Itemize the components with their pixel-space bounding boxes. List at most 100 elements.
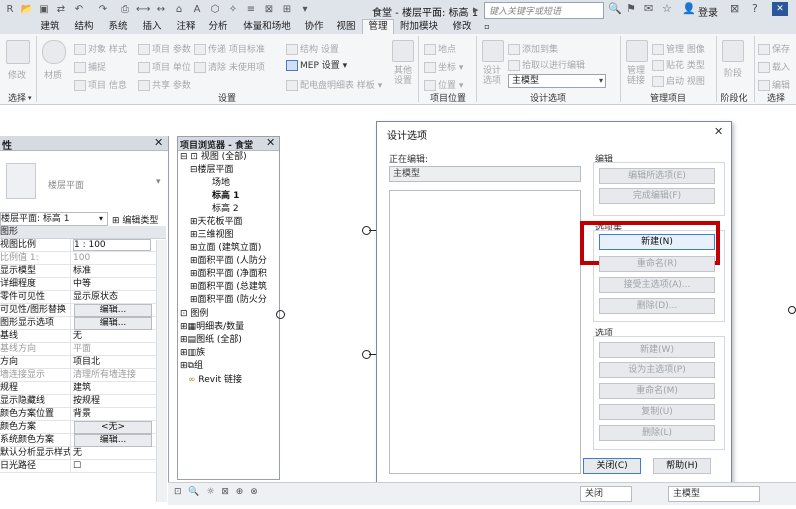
- decal-types-button[interactable]: 贴花 类型: [652, 58, 705, 71]
- phases-button[interactable]: 阶段: [724, 66, 742, 79]
- materials-button[interactable]: 材质: [44, 68, 62, 81]
- tab-annotate[interactable]: 注释: [172, 20, 200, 34]
- tree-item[interactable]: ⊡ 图例: [180, 309, 208, 320]
- expand-icon[interactable]: ⊞: [190, 230, 198, 240]
- accept-primary-button[interactable]: 接受主选项(A)...: [599, 277, 715, 293]
- tab-systems[interactable]: 系统: [104, 20, 132, 34]
- elevation-marker[interactable]: [788, 306, 796, 314]
- tree-item[interactable]: ⊞天花板平面: [190, 217, 243, 228]
- expand-icon[interactable]: ⊞: [190, 243, 198, 253]
- tree-item[interactable]: ⊞面积平面 (防火分: [190, 295, 267, 306]
- expand-icon[interactable]: ⊞: [180, 335, 188, 345]
- close-button[interactable]: 关闭(C): [583, 458, 641, 474]
- design-option-combo[interactable]: 主模型 ▾: [508, 74, 606, 88]
- vg-overrides-edit-button[interactable]: 编辑...: [74, 304, 152, 317]
- tree-item[interactable]: ⊞▥族: [180, 348, 205, 359]
- help-icon[interactable]: ?: [752, 2, 758, 15]
- rename-option-set-button[interactable]: 重命名(R): [599, 256, 715, 272]
- tab-collaborate[interactable]: 协作: [300, 20, 328, 34]
- view-control-icons[interactable]: ⊡ 🔍 ☼ ⊠ ⊕ ⊗: [174, 487, 260, 497]
- pick-to-edit-button[interactable]: 拾取以进行编辑: [508, 58, 585, 71]
- sync-icon[interactable]: ⇄: [54, 3, 68, 16]
- load-selection-button[interactable]: 载入: [758, 60, 790, 73]
- project-parameters-button[interactable]: 项目 参数: [138, 42, 191, 55]
- qat-dropdown-icon[interactable]: ▾: [298, 3, 312, 16]
- starting-view-button[interactable]: 启动 视图: [652, 74, 705, 87]
- options-tree[interactable]: [389, 190, 581, 474]
- tab-manage[interactable]: 管理: [362, 19, 394, 35]
- purge-unused-button[interactable]: 清除 未使用项: [194, 60, 265, 73]
- instance-selector[interactable]: 楼层平面: 标高 1 ▾: [0, 212, 108, 226]
- communication-icon[interactable]: ✉: [644, 2, 653, 15]
- manage-links-button[interactable]: 管理 链接: [624, 66, 648, 86]
- close-icon[interactable]: ✕: [772, 2, 788, 16]
- tab-view[interactable]: 视图: [332, 20, 360, 34]
- position-button[interactable]: 位置 ▾: [424, 78, 463, 91]
- expand-icon[interactable]: ⊞: [190, 217, 198, 227]
- modify-button[interactable]: 修改: [8, 68, 26, 81]
- measure-icon[interactable]: ⟷: [136, 3, 150, 16]
- design-option-status-combo[interactable]: 主模型: [668, 486, 760, 502]
- type-selector[interactable]: 楼层平面 ▾: [0, 151, 166, 211]
- tree-item[interactable]: ⊞立面 (建筑立面): [190, 243, 261, 254]
- edit-selected-button[interactable]: 编辑所选项(E): [599, 168, 715, 184]
- finish-editing-button[interactable]: 完成编辑(F): [599, 188, 715, 204]
- elevation-marker[interactable]: [276, 310, 285, 319]
- system-color-scheme-edit-button[interactable]: 编辑...: [74, 434, 152, 447]
- color-scheme-button[interactable]: <无>: [74, 421, 152, 434]
- switch-windows-icon[interactable]: ⊞: [280, 3, 294, 16]
- tab-insert[interactable]: 插入: [138, 20, 166, 34]
- expand-arrow-icon[interactable]: ▸: [473, 3, 479, 16]
- additional-settings-button[interactable]: 其他 设置: [392, 66, 414, 86]
- tree-item[interactable]: ∞ Revit 链接: [188, 375, 242, 386]
- design-options-button[interactable]: 设计 选项: [480, 66, 504, 86]
- login-link[interactable]: 登录: [698, 4, 718, 19]
- close-hidden-icon[interactable]: ⊠: [262, 3, 276, 16]
- edit-type-button[interactable]: ⊞ 编辑类型: [112, 213, 158, 226]
- add-to-set-button[interactable]: 添加到集: [508, 42, 558, 55]
- tree-item[interactable]: ⊟ ⊡ 视图 (全部): [180, 152, 247, 163]
- tab-modify[interactable]: 修改: [448, 20, 476, 34]
- duplicate-option-button[interactable]: 复制(U): [599, 404, 715, 420]
- chevron-down-icon[interactable]: ▾: [28, 94, 32, 102]
- snaps-button[interactable]: 捕捉: [74, 60, 106, 73]
- edit-selection-button[interactable]: 编辑: [758, 78, 790, 91]
- delete-option-button[interactable]: 删除(L): [599, 425, 715, 441]
- tab-structure[interactable]: 结构: [70, 20, 98, 34]
- tree-item[interactable]: ⊞面积平面 (总建筑: [190, 282, 267, 293]
- transfer-standards-button[interactable]: 传递 项目标准: [194, 42, 265, 55]
- close-icon[interactable]: ✕: [714, 125, 723, 138]
- active-option-combo[interactable]: 关闭: [580, 486, 632, 502]
- tab-addins[interactable]: 附加模块: [396, 20, 442, 34]
- tag-icon[interactable]: ⌂: [172, 3, 186, 16]
- exchange-icon[interactable]: ⊠: [730, 2, 739, 15]
- close-icon[interactable]: ✕: [154, 136, 163, 149]
- redo-icon[interactable]: ↷: [96, 3, 110, 16]
- print-icon[interactable]: ⎙: [118, 3, 132, 16]
- project-info-button[interactable]: 项目 信息: [74, 78, 127, 91]
- dimension-icon[interactable]: ↔: [154, 3, 168, 16]
- tree-item[interactable]: 场地: [212, 178, 230, 189]
- manage-images-button[interactable]: 管理 图像: [652, 42, 705, 55]
- expand-icon[interactable]: ⊞: [180, 348, 188, 358]
- help-button[interactable]: 帮助(H): [653, 458, 711, 474]
- properties-scrollbar[interactable]: [156, 240, 167, 502]
- shared-parameters-button[interactable]: 共享 参数: [138, 78, 191, 91]
- 3d-view-icon[interactable]: ⬡: [208, 3, 222, 16]
- expand-icon[interactable]: ⊞: [190, 256, 198, 266]
- open-icon[interactable]: 📂: [20, 3, 34, 16]
- tree-item[interactable]: 标高 2: [212, 204, 239, 215]
- tree-item-active-view[interactable]: 标高 1: [212, 191, 239, 202]
- group-header-graphics[interactable]: 图形: [0, 226, 166, 239]
- expand-icon[interactable]: ⊞: [190, 295, 198, 305]
- expand-icon[interactable]: ⊞: [180, 361, 188, 371]
- rename-option-button[interactable]: 重命名(M): [599, 383, 715, 399]
- tree-item[interactable]: ⊞⧉组: [180, 361, 203, 372]
- collapse-icon[interactable]: ⊟: [190, 165, 198, 175]
- undo-icon[interactable]: ↶: [72, 3, 86, 16]
- close-icon[interactable]: ✕: [266, 136, 275, 149]
- tab-massing-site[interactable]: 体量和场地: [238, 20, 296, 34]
- section-icon[interactable]: ✧: [226, 3, 240, 16]
- expand-icon[interactable]: ⊞: [190, 269, 198, 279]
- text-icon[interactable]: A: [190, 3, 204, 16]
